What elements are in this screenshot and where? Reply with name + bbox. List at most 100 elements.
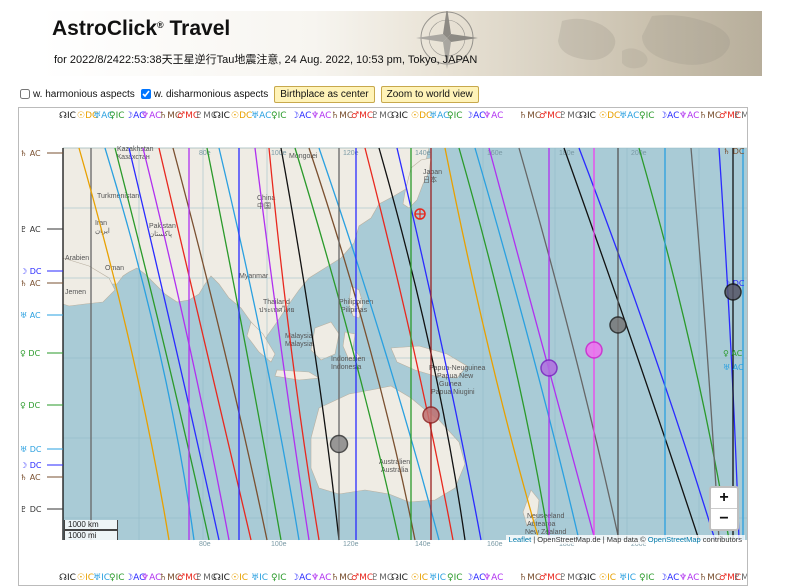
top-planet-label: ♀IC xyxy=(271,111,287,121)
app-title: AstroClick® Travel xyxy=(52,17,230,41)
trademark-mark: ® xyxy=(157,20,164,30)
top-planet-label: ♅AC xyxy=(619,111,639,121)
left-planet-label: ♄ AC xyxy=(20,279,41,288)
country-label: Aotearoa xyxy=(527,521,556,528)
bottom-planet-label: ☽AC xyxy=(659,573,679,583)
bottom-planet-label: ☽AC xyxy=(291,573,311,583)
aspect-marker[interactable] xyxy=(540,359,558,377)
graticule-label: 80e xyxy=(199,541,211,548)
right-planet-label: ♀ AC xyxy=(723,349,743,358)
country-label: Arabien xyxy=(65,255,89,262)
country-label: Australia xyxy=(381,467,408,474)
top-planet-label: ☊IC xyxy=(391,111,408,121)
bottom-planet-label: ♇MC xyxy=(371,573,393,583)
bottom-planet-label: ♆AC xyxy=(679,573,699,583)
bottom-planet-label: ♅IC xyxy=(429,573,446,583)
country-label: Oman xyxy=(105,265,124,272)
aspect-marker[interactable] xyxy=(585,341,603,359)
top-planet-label: ♇MC xyxy=(371,111,393,121)
top-planet-label: ♆AC xyxy=(311,111,331,121)
aspect-marker[interactable] xyxy=(422,406,440,424)
bottom-planet-label: ♀IC xyxy=(109,573,125,583)
disharmonious-aspects-checkbox[interactable] xyxy=(140,89,151,99)
map-canvas[interactable]: 80e80e100e100e120e120e140e140e160e160e18… xyxy=(19,108,747,585)
top-planet-label: ☽AC xyxy=(291,111,311,121)
aspect-marker[interactable] xyxy=(724,283,742,301)
bottom-planet-label: ♆AC xyxy=(311,573,331,583)
country-label: 中国 xyxy=(257,201,271,210)
bottom-planet-label: ♀IC xyxy=(271,573,287,583)
bottom-planet-label: ♀IC xyxy=(639,573,655,583)
attribution-tail: contributors xyxy=(700,535,742,544)
zoom-out-button[interactable]: − xyxy=(711,508,737,529)
graticule-label: 200e xyxy=(631,150,647,157)
graticule-label: 140e xyxy=(415,150,431,157)
top-planet-label: ♄MC xyxy=(331,111,353,121)
banner-map-decoration xyxy=(558,15,730,69)
left-planet-label: ♄ AC xyxy=(20,473,41,482)
bottom-planet-label: ♀IC xyxy=(447,573,463,583)
harmonious-aspects-checkbox[interactable] xyxy=(20,89,30,99)
top-planet-label: ☊IC xyxy=(213,111,230,121)
left-planet-label: ♅ AC xyxy=(20,311,41,320)
openstreetmap-link[interactable]: OpenStreetMap xyxy=(648,535,701,544)
bottom-planet-labels: ☊IC ☉IC♅IC♀IC ☽AC♆AC♄MC♂MC♇MC☊IC ☉IC ♅IC ♀IC ☽… xyxy=(59,573,747,583)
zoom-control[interactable]: + − xyxy=(709,486,739,531)
birthplace-marker[interactable] xyxy=(414,208,426,220)
bottom-planet-label: ♇MC xyxy=(733,573,747,583)
left-planet-label: ♇ AC xyxy=(20,225,41,234)
country-label: Australien xyxy=(379,459,410,466)
bottom-planet-label: ♆AC xyxy=(483,573,503,583)
chart-subtitle: for 2022/8/2422:53:38天王星逆行Tau地震注意, 24 Au… xyxy=(54,54,478,66)
top-planet-label: ☉DC xyxy=(231,111,252,121)
graticule-label: 160e xyxy=(487,541,503,548)
graticule-label: 120e xyxy=(343,541,359,548)
bottom-planet-label: ♄MC xyxy=(519,573,541,583)
bottom-planet-label: ☉IC xyxy=(599,573,616,583)
top-planet-label: ♀IC xyxy=(639,111,655,121)
bottom-planet-label: ♄MC xyxy=(331,573,353,583)
aspect-marker[interactable] xyxy=(609,316,627,334)
zoom-in-button[interactable]: + xyxy=(711,488,737,508)
country-label: Papua-Neuguinea xyxy=(429,365,486,372)
birthplace-center-button[interactable]: Birthplace as center xyxy=(274,85,375,103)
right-planet-label: ♄ DC xyxy=(723,147,745,156)
scale-mi: 1000 mi xyxy=(64,530,118,540)
top-planet-label: ☊IC xyxy=(59,111,76,121)
graticule-label: 100e xyxy=(271,541,287,548)
bottom-planet-label: ☉IC xyxy=(77,573,94,583)
top-planet-label: ♂MC xyxy=(351,111,373,121)
country-label: Papua New xyxy=(437,373,474,380)
bottom-planet-label: ☊IC xyxy=(59,573,76,583)
top-planet-label: ☽AC xyxy=(659,111,679,121)
disharmonious-aspects-label[interactable]: w. disharmonious aspects xyxy=(154,89,269,100)
bottom-planet-label: ☊IC xyxy=(391,573,408,583)
top-planet-labels: ☊IC ☉DC♅AC♀IC ☽AC♆AC♄MC♂MC♇MC☊IC ☉DC♅AC ♀IC ☽… xyxy=(59,111,747,121)
app-title-text: AstroClick xyxy=(52,17,158,40)
aspect-marker[interactable] xyxy=(329,434,349,454)
graticule-label: 140e xyxy=(415,541,431,548)
harmonious-aspects-label[interactable]: w. harmonious aspects xyxy=(33,89,135,100)
bottom-planet-label: ♅IC xyxy=(93,573,110,583)
right-planet-label: ♅ AC xyxy=(723,363,744,372)
attribution-text: | OpenStreetMap.de | Map data © xyxy=(531,535,648,544)
zoom-world-view-button[interactable]: Zoom to world view xyxy=(380,85,479,103)
controls-bar: w. harmonious aspects w. disharmonious a… xyxy=(18,85,479,103)
left-planet-label: ☽ DC xyxy=(20,267,42,276)
country-label: China xyxy=(257,195,275,202)
country-label: Indonesien xyxy=(331,356,365,363)
map-container[interactable]: 80e 80e 100e 100e 120e 120e 140e 140e 160e 160e 18… xyxy=(18,107,748,586)
top-planet-label: ♇MC xyxy=(733,111,747,121)
leaflet-link[interactable]: Leaflet xyxy=(509,535,532,544)
country-label: Japan xyxy=(423,169,442,176)
country-label: Papua Niugini xyxy=(431,389,475,396)
bottom-planet-label: ♂MC xyxy=(351,573,373,583)
left-planet-label: ♀ DC xyxy=(20,401,41,410)
map-attribution: Leaflet | OpenStreetMap.de | Map data © … xyxy=(505,535,745,544)
country-label: Malaysia xyxy=(285,341,313,348)
top-planet-label: ☊IC xyxy=(579,111,596,121)
country-label: پاکستان xyxy=(149,230,172,238)
bottom-planet-label: ♄MC xyxy=(699,573,721,583)
left-planet-label: ♀ DC xyxy=(20,349,41,358)
bottom-planet-label: ☊IC xyxy=(213,573,230,583)
